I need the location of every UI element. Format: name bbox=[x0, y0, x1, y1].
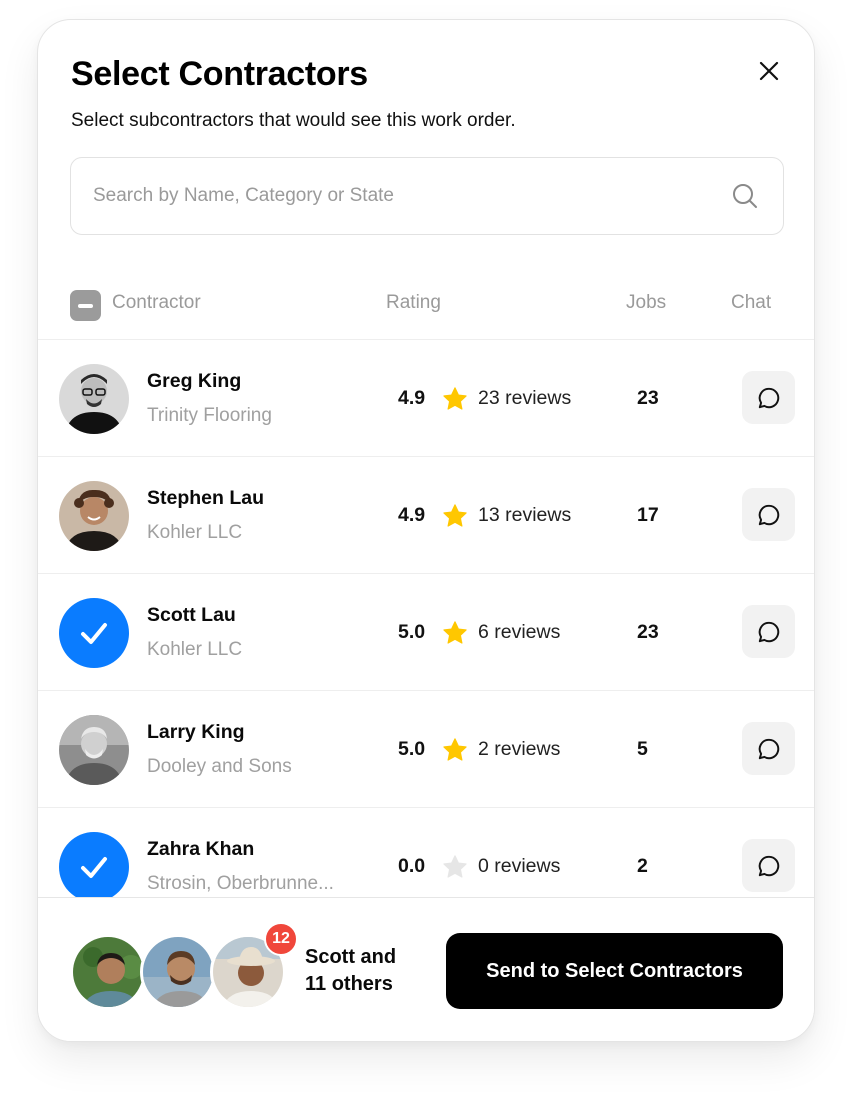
contractor-name: Larry King bbox=[147, 721, 245, 743]
jobs-count: 2 bbox=[637, 855, 648, 877]
modal-footer: 12 Scott and 11 others Send to Select Co… bbox=[38, 897, 814, 1041]
checkmark-icon bbox=[81, 623, 107, 644]
contractor-name: Greg King bbox=[147, 370, 242, 392]
close-icon bbox=[759, 61, 779, 81]
chat-button[interactable] bbox=[742, 722, 795, 775]
chat-button[interactable] bbox=[742, 371, 795, 424]
table-row[interactable]: Larry King Dooley and Sons 5.0 2 reviews… bbox=[38, 691, 814, 808]
jobs-count: 5 bbox=[637, 738, 648, 760]
modal-title: Select Contractors bbox=[71, 55, 368, 93]
star-icon bbox=[443, 738, 467, 761]
search-icon[interactable] bbox=[731, 182, 759, 210]
selected-checkmark-avatar[interactable] bbox=[59, 832, 129, 897]
table-header: Contractor Rating Jobs Chat bbox=[38, 282, 814, 340]
chat-button[interactable] bbox=[742, 605, 795, 658]
selection-summary: Scott and 11 others bbox=[305, 944, 435, 998]
star-icon bbox=[443, 387, 467, 410]
table-row[interactable]: Zahra Khan Strosin, Oberbrunne... 0.0 0 … bbox=[38, 808, 814, 897]
checkmark-icon bbox=[81, 857, 107, 878]
reviews-count: 6 reviews bbox=[478, 621, 561, 643]
chat-bubble-icon bbox=[758, 504, 779, 525]
chat-bubble-icon bbox=[758, 387, 779, 408]
selected-checkmark-avatar[interactable] bbox=[59, 598, 129, 668]
chat-bubble-icon bbox=[758, 738, 779, 759]
chat-bubble-icon bbox=[758, 621, 779, 642]
search-box bbox=[70, 157, 784, 235]
selected-avatar bbox=[70, 934, 146, 1010]
reviews-count: 0 reviews bbox=[478, 855, 561, 877]
avatar[interactable] bbox=[59, 481, 129, 551]
search-input[interactable] bbox=[93, 158, 713, 234]
contractor-company: Kohler LLC bbox=[147, 639, 243, 660]
reviews-count: 2 reviews bbox=[478, 738, 561, 760]
reviews-count: 23 reviews bbox=[478, 387, 572, 409]
send-to-select-contractors-button[interactable]: Send to Select Contractors bbox=[446, 933, 783, 1009]
contractor-name: Zahra Khan bbox=[147, 838, 255, 860]
contractor-company: Trinity Flooring bbox=[147, 405, 272, 426]
contractor-company: Dooley and Sons bbox=[147, 756, 292, 777]
contractor-company: Kohler LLC bbox=[147, 522, 243, 543]
contractor-name: Scott Lau bbox=[147, 604, 236, 626]
avatar[interactable] bbox=[59, 364, 129, 434]
select-all-checkbox[interactable] bbox=[70, 290, 101, 321]
table-row[interactable]: Scott Lau Kohler LLC 5.0 6 reviews 23 bbox=[38, 574, 814, 691]
column-header-chat: Chat bbox=[731, 292, 772, 313]
avatar[interactable] bbox=[59, 715, 129, 785]
selected-avatars-stack[interactable] bbox=[70, 934, 290, 1010]
contractor-company: Strosin, Oberbrunne... bbox=[147, 873, 334, 894]
chat-bubble-icon bbox=[758, 855, 779, 876]
chat-button[interactable] bbox=[742, 488, 795, 541]
rating-value: 0.0 bbox=[398, 855, 426, 877]
rating-value: 4.9 bbox=[398, 387, 426, 409]
jobs-count: 23 bbox=[637, 387, 659, 409]
chat-button[interactable] bbox=[742, 839, 795, 892]
star-empty-icon bbox=[443, 855, 467, 878]
selection-summary-line2: 11 others bbox=[305, 973, 393, 995]
column-header-rating[interactable]: Rating bbox=[386, 292, 441, 314]
selected-avatar bbox=[140, 934, 216, 1010]
column-header-jobs[interactable]: Jobs bbox=[626, 292, 666, 314]
rating-value: 4.9 bbox=[398, 504, 426, 526]
contractor-list[interactable]: Greg King Trinity Flooring 4.9 23 review… bbox=[38, 340, 814, 897]
column-header-contractor[interactable]: Contractor bbox=[112, 292, 201, 314]
selection-summary-line1: Scott and bbox=[305, 946, 397, 968]
star-icon bbox=[443, 621, 467, 644]
rating-value: 5.0 bbox=[398, 621, 426, 643]
table-row[interactable]: Stephen Lau Kohler LLC 4.9 13 reviews 17 bbox=[38, 457, 814, 574]
select-contractors-modal: Select Contractors Select subcontractors… bbox=[37, 19, 815, 1042]
star-icon bbox=[443, 504, 467, 527]
modal-subtitle: Select subcontractors that would see thi… bbox=[71, 110, 516, 131]
reviews-count: 13 reviews bbox=[478, 504, 572, 526]
selected-count-badge: 12 bbox=[264, 922, 298, 956]
jobs-count: 17 bbox=[637, 504, 659, 526]
close-button[interactable] bbox=[754, 56, 784, 86]
table-row[interactable]: Greg King Trinity Flooring 4.9 23 review… bbox=[38, 340, 814, 457]
rating-value: 5.0 bbox=[398, 738, 426, 760]
jobs-count: 23 bbox=[637, 621, 659, 643]
contractor-name: Stephen Lau bbox=[147, 487, 265, 509]
